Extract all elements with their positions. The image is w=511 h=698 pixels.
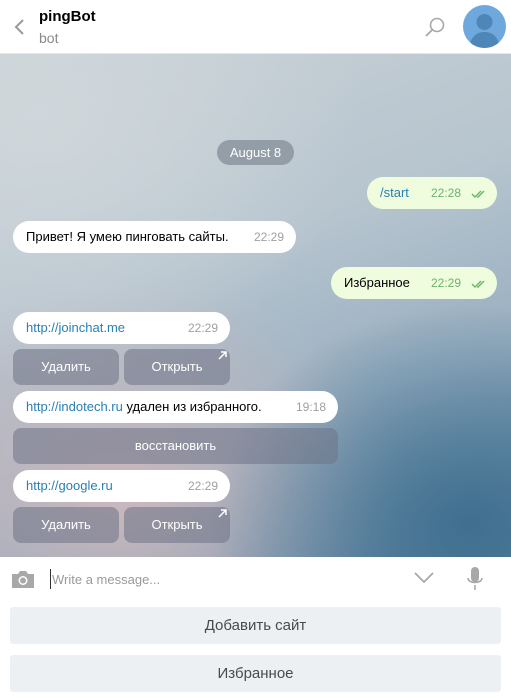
message-composer bbox=[0, 557, 511, 601]
message-time: 19:18 bbox=[296, 400, 327, 414]
button-label: Удалить bbox=[41, 359, 91, 374]
chevron-down-icon[interactable] bbox=[413, 571, 435, 585]
message-text: /start bbox=[380, 185, 409, 200]
message-time: 22:29 bbox=[431, 276, 462, 290]
message-time: 22:29 bbox=[188, 321, 219, 335]
button-label: Открыть bbox=[151, 359, 203, 374]
avatar[interactable] bbox=[463, 5, 506, 48]
incoming-message[interactable]: http://indotech.ru удален из избранного.… bbox=[13, 391, 338, 423]
inline-restore-button[interactable]: восстановить bbox=[13, 428, 338, 464]
outgoing-message[interactable]: /start 22:28 bbox=[367, 177, 497, 209]
chat-title[interactable]: pingBot bbox=[39, 8, 96, 25]
inline-delete-button[interactable]: Удалить bbox=[13, 507, 119, 543]
message-time: 22:29 bbox=[188, 479, 219, 493]
incoming-message[interactable]: Привет! Я умею пинговать сайты. 22:29 bbox=[13, 221, 296, 253]
incoming-message[interactable]: http://google.ru 22:29 bbox=[13, 470, 230, 502]
incoming-message[interactable]: http://joinchat.me 22:29 bbox=[13, 312, 230, 344]
double-check-icon bbox=[471, 190, 485, 198]
message-input[interactable] bbox=[52, 569, 392, 589]
chat-subtitle: bot bbox=[39, 30, 59, 46]
outgoing-message[interactable]: Избранное 22:29 bbox=[331, 267, 497, 299]
camera-icon[interactable] bbox=[10, 568, 36, 590]
add-site-button[interactable]: Добавить сайт bbox=[10, 607, 501, 644]
message-link[interactable]: http://joinchat.me bbox=[26, 320, 125, 335]
button-label: Удалить bbox=[41, 517, 91, 532]
inline-delete-button[interactable]: Удалить bbox=[13, 349, 119, 385]
message-time: 22:29 bbox=[254, 230, 285, 244]
bot-keyboard: Добавить сайт Избранное bbox=[0, 601, 511, 698]
back-arrow-icon[interactable] bbox=[12, 14, 28, 40]
favorites-button[interactable]: Избранное bbox=[10, 655, 501, 692]
message-text: удален из избранного. bbox=[122, 399, 262, 414]
inline-open-button[interactable]: Открыть bbox=[124, 507, 230, 543]
microphone-icon[interactable] bbox=[466, 566, 484, 592]
chat-history[interactable]: August 8 /start 22:28 Привет! Я умею пин… bbox=[0, 54, 511, 557]
message-link[interactable]: http://indotech.ru bbox=[26, 399, 123, 414]
search-icon[interactable] bbox=[424, 16, 446, 38]
date-separator: August 8 bbox=[217, 140, 294, 165]
button-label: Открыть bbox=[151, 517, 203, 532]
external-link-arrow-icon bbox=[218, 351, 227, 360]
text-cursor bbox=[50, 569, 51, 589]
message-text: Привет! Я умею пинговать сайты. bbox=[26, 229, 229, 244]
message-text: Избранное bbox=[344, 275, 410, 290]
message-time: 22:28 bbox=[431, 186, 462, 200]
user-silhouette-icon bbox=[469, 14, 500, 48]
button-label: восстановить bbox=[134, 438, 217, 453]
message-link[interactable]: http://google.ru bbox=[26, 478, 113, 493]
external-link-arrow-icon bbox=[218, 509, 227, 518]
inline-open-button[interactable]: Открыть bbox=[124, 349, 230, 385]
double-check-icon bbox=[471, 280, 485, 288]
chat-header: pingBot bot bbox=[0, 0, 511, 54]
